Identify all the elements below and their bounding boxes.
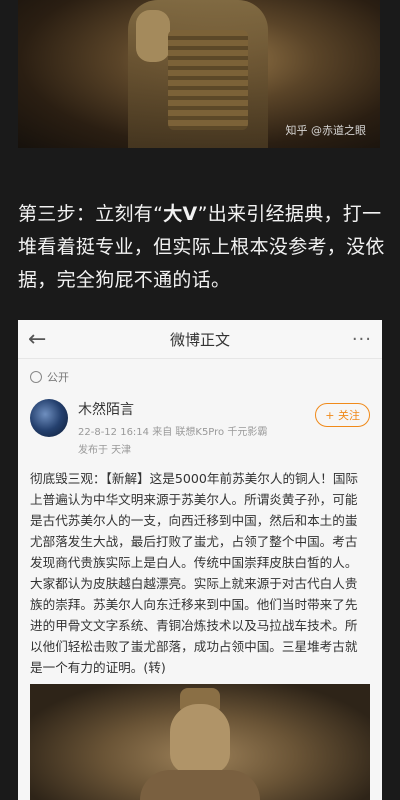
author-name[interactable]: 木然陌言 — [78, 399, 305, 419]
caption-prefix: 第三步：立刻有“ — [18, 203, 164, 225]
statue-hand — [136, 10, 170, 62]
caption-text: 第三步：立刻有“大V”出来引经据典，打一堆看着挺专业，但实际上根本没参考，没依据… — [18, 198, 388, 297]
post-author-row: 木然陌言 22-8-12 16:14 来自 联想K5Pro 千元影霸 发布于 天… — [30, 391, 370, 464]
post-statue-image[interactable] — [30, 684, 370, 800]
post-location: 发布于 天津 — [78, 445, 132, 456]
statue-head — [170, 704, 230, 774]
avatar[interactable] — [30, 399, 68, 437]
statue-skirt — [168, 30, 248, 130]
public-globe-icon — [30, 371, 42, 383]
caption-highlight: 大V — [163, 203, 198, 225]
weibo-page-title: 微博正文 — [169, 330, 230, 349]
photo-watermark: 知乎 @赤道之眼 — [285, 124, 367, 137]
statue-body — [140, 770, 260, 800]
author-meta: 木然陌言 22-8-12 16:14 来自 联想K5Pro 千元影霸 发布于 天… — [78, 399, 305, 456]
visibility-row: 公开 — [18, 359, 382, 391]
post-timestamp-source: 22-8-12 16:14 来自 联想K5Pro 千元影霸 — [78, 427, 268, 438]
top-statue-photo: 知乎 @赤道之眼 — [18, 0, 380, 148]
more-options-icon[interactable]: ··· — [342, 329, 372, 350]
post-body-text: 彻底毁三观：【新解】这是5000年前苏美尔人的铜人！国际上普遍认为中华文明来源于… — [30, 471, 359, 675]
weibo-screenshot: ← 微博正文 ··· 公开 木然陌言 22-8-12 16:14 来自 联想K5… — [18, 320, 382, 800]
weibo-nav-bar: ← 微博正文 ··· — [18, 320, 382, 359]
back-arrow-icon[interactable]: ← — [28, 327, 58, 352]
weibo-post-card: 木然陌言 22-8-12 16:14 来自 联想K5Pro 千元影霸 发布于 天… — [30, 391, 370, 678]
follow-button[interactable]: + 关注 — [315, 403, 370, 427]
visibility-label: 公开 — [47, 371, 69, 384]
